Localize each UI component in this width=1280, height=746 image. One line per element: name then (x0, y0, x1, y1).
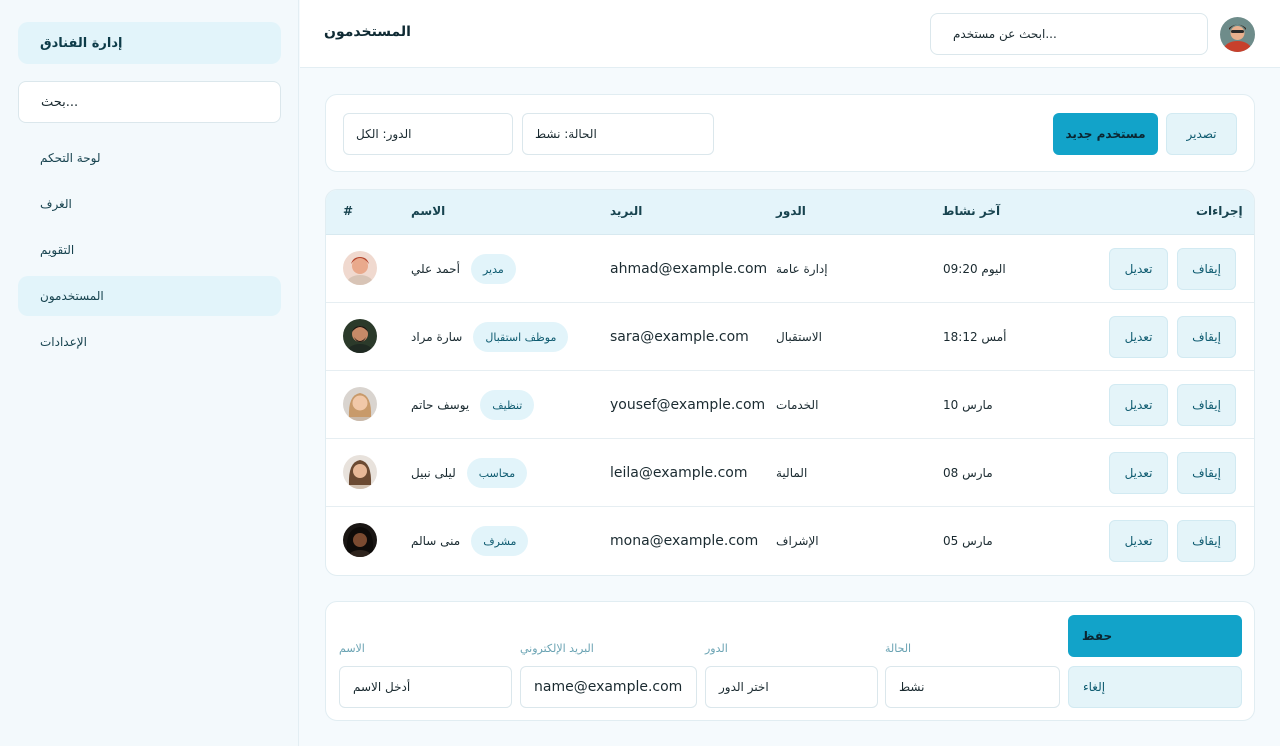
table-row: أحمد علي مدير ahmad@example.com إدارة عا… (326, 235, 1254, 303)
user-name: سارة مراد (411, 330, 463, 344)
avatar (343, 319, 377, 353)
email-field[interactable]: name@example.com (520, 666, 697, 708)
user-last-active: أمس 18:12 (943, 330, 1007, 344)
edit-button[interactable]: تعديل (1109, 520, 1168, 562)
sidebar: إدارة الفنادق بحث... لوحة التحكم الغرف ا… (0, 0, 299, 746)
sidebar-item-rooms[interactable]: الغرف (18, 184, 281, 224)
user-last-active: مارس 05 (943, 534, 993, 548)
table-row: يوسف حاتم تنظيف yousef@example.com الخدم… (326, 371, 1254, 439)
status-select[interactable]: نشط (885, 666, 1060, 708)
user-name: ليلى نبيل (411, 466, 456, 480)
sidebar-item-dashboard[interactable]: لوحة التحكم (18, 138, 281, 178)
user-email: leila@example.com (610, 465, 748, 481)
role-filter-select[interactable]: الدور: الكل (343, 113, 513, 155)
table-header: # الاسم البريد الدور آخر نشاط إجراءات (326, 190, 1254, 235)
user-role: الخدمات (776, 398, 819, 412)
suspend-button[interactable]: إيقاف (1177, 248, 1236, 290)
users-table: # الاسم البريد الدور آخر نشاط إجراءات أح… (325, 189, 1255, 576)
sidebar-item-settings[interactable]: الإعدادات (18, 322, 281, 362)
sidebar-item-users[interactable]: المستخدمون (18, 276, 281, 316)
suspend-button[interactable]: إيقاف (1177, 520, 1236, 562)
role-badge: محاسب (466, 458, 528, 488)
user-name: أحمد علي (411, 262, 460, 276)
avatar (343, 455, 377, 489)
edit-button[interactable]: تعديل (1109, 316, 1168, 358)
role-badge: تنظيف (480, 390, 535, 420)
column-header-role: الدور (776, 204, 806, 218)
suspend-button[interactable]: إيقاف (1177, 316, 1236, 358)
role-badge: موظف استقبال (473, 322, 569, 352)
name-label: الاسم (339, 642, 365, 655)
user-search-input[interactable]: ابحث عن مستخدم... (930, 13, 1208, 55)
role-badge: مدير (470, 254, 516, 284)
top-header: المستخدمون ابحث عن مستخدم... (300, 0, 1280, 68)
user-name: يوسف حاتم (411, 398, 470, 412)
filter-toolbar: الدور: الكل الحالة: نشط مستخدم جديد تصدي… (325, 94, 1255, 172)
avatar (343, 251, 377, 285)
user-name: منى سالم (411, 534, 461, 548)
table-row: ليلى نبيل محاسب leila@example.com المالي… (326, 439, 1254, 507)
user-email: ahmad@example.com (610, 261, 768, 277)
suspend-button[interactable]: إيقاف (1177, 384, 1236, 426)
user-email: sara@example.com (610, 329, 749, 345)
brand-title: إدارة الفنادق (18, 22, 281, 64)
user-role: الإشراف (776, 534, 819, 548)
new-user-button[interactable]: مستخدم جديد (1053, 113, 1158, 155)
status-filter-select[interactable]: الحالة: نشط (522, 113, 714, 155)
column-header-last-active: آخر نشاط (942, 204, 1001, 218)
suspend-button[interactable]: إيقاف (1177, 452, 1236, 494)
table-row: سارة مراد موظف استقبال sara@example.com … (326, 303, 1254, 371)
page-title: المستخدمون (324, 24, 411, 40)
table-row: منى سالم مشرف mona@example.com الإشراف م… (326, 507, 1254, 575)
sidebar-item-calendar[interactable]: التقويم (18, 230, 281, 270)
role-badge: مشرف (471, 526, 529, 556)
user-email: yousef@example.com (610, 397, 766, 413)
avatar (343, 387, 377, 421)
user-last-active: مارس 08 (943, 466, 993, 480)
app-root: إدارة الفنادق بحث... لوحة التحكم الغرف ا… (0, 0, 1280, 746)
user-form: الاسم أدخل الاسم البريد الإلكتروني name@… (325, 601, 1255, 721)
user-last-active: اليوم 09:20 (943, 262, 1006, 276)
user-role: إدارة عامة (776, 262, 828, 276)
sidebar-nav: لوحة التحكم الغرف التقويم المستخدمون الإ… (18, 138, 281, 368)
edit-button[interactable]: تعديل (1109, 384, 1168, 426)
user-last-active: مارس 10 (943, 398, 993, 412)
column-header-index: # (343, 204, 354, 218)
save-button[interactable]: حفظ (1068, 615, 1242, 657)
avatar (343, 523, 377, 557)
avatar[interactable] (1220, 17, 1255, 52)
edit-button[interactable]: تعديل (1109, 248, 1168, 290)
name-field[interactable]: أدخل الاسم (339, 666, 512, 708)
sidebar-search-input[interactable]: بحث... (18, 81, 281, 123)
role-label: الدور (705, 642, 728, 655)
edit-button[interactable]: تعديل (1109, 452, 1168, 494)
status-label: الحالة (885, 642, 912, 655)
column-header-name: الاسم (411, 204, 446, 218)
export-button[interactable]: تصدير (1166, 113, 1237, 155)
role-select[interactable]: اختر الدور (705, 666, 878, 708)
column-header-email: البريد (610, 204, 643, 218)
user-role: الاستقبال (776, 330, 822, 344)
email-label: البريد الإلكتروني (520, 642, 594, 655)
user-role: المالية (776, 466, 808, 480)
cancel-button[interactable]: إلغاء (1068, 666, 1242, 708)
column-header-actions: إجراءات (1196, 204, 1243, 218)
user-email: mona@example.com (610, 533, 759, 549)
